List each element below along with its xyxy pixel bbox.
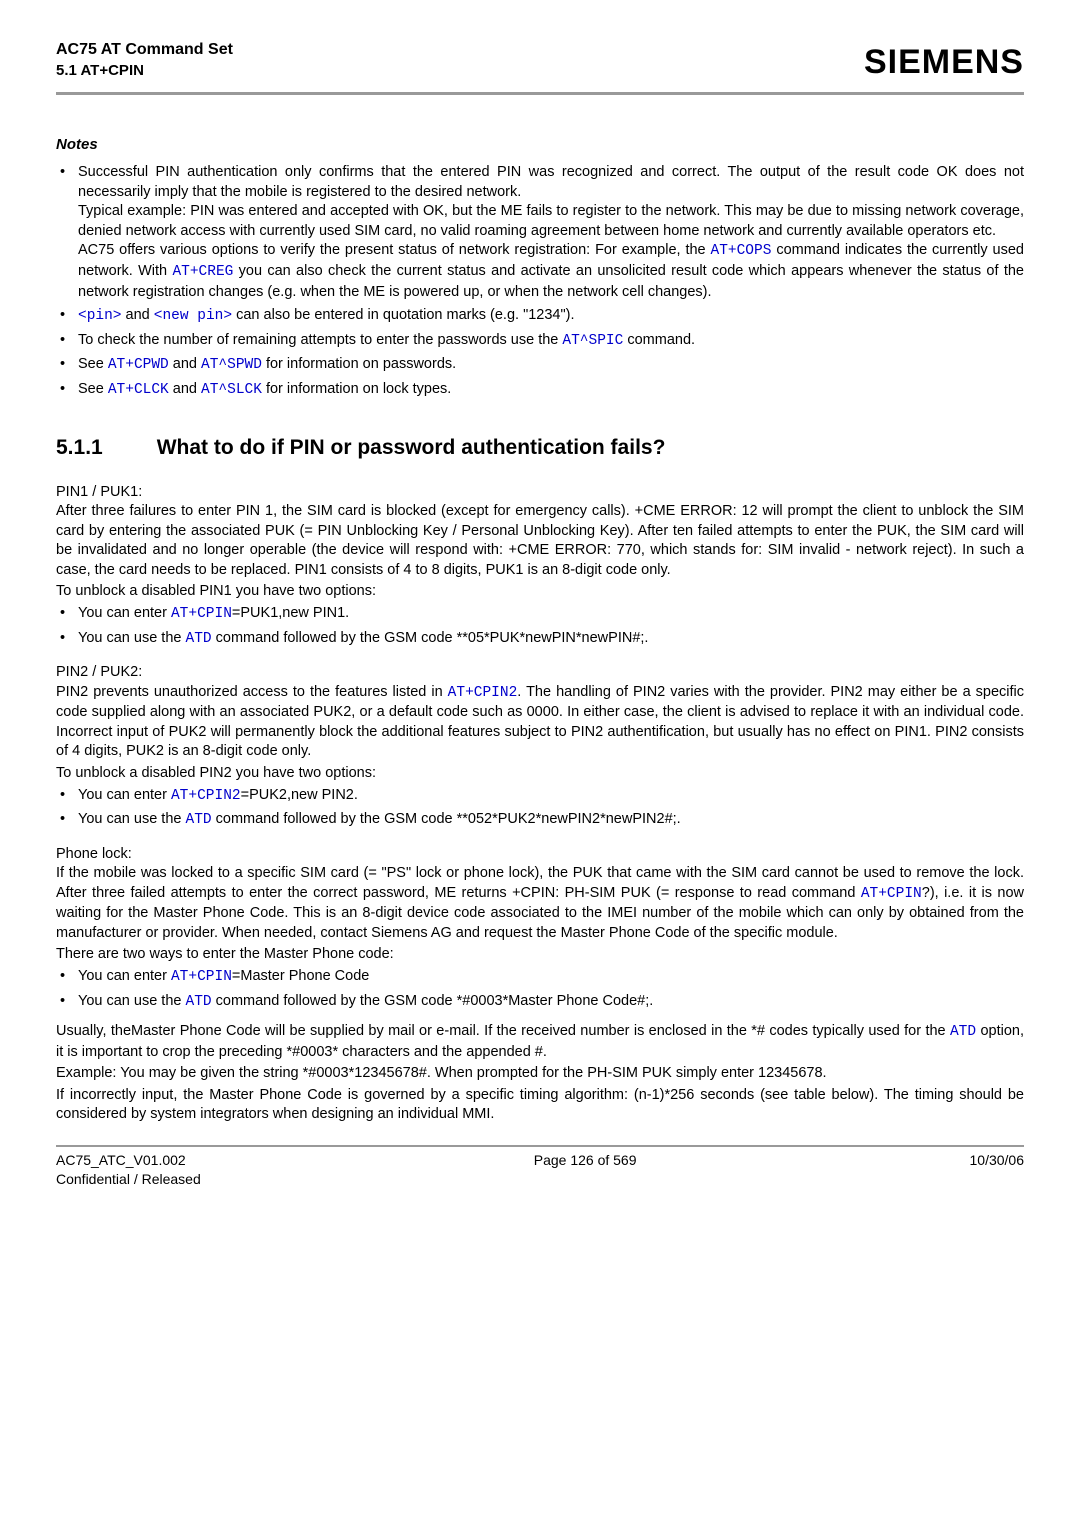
note-item: See AT+CPWD and AT^SPWD for information … (56, 355, 1024, 376)
link-atd[interactable]: ATD (186, 631, 212, 647)
opt-text: You can enter (78, 787, 171, 803)
list-item: You can enter AT+CPIN2=PUK2,new PIN2. (56, 786, 1024, 807)
footer-version: AC75_ATC_V01.002 (56, 1151, 201, 1170)
page-footer: AC75_ATC_V01.002 Confidential / Released… (56, 1147, 1024, 1189)
link-at-cpin[interactable]: AT+CPIN (861, 886, 922, 902)
link-at-creg[interactable]: AT+CREG (172, 264, 233, 280)
pin2-body: PIN2 prevents unauthorized access to the… (56, 683, 1024, 762)
link-atd[interactable]: ATD (950, 1024, 976, 1040)
note-item: See AT+CLCK and AT^SLCK for information … (56, 380, 1024, 401)
phone-body: If the mobile was locked to a specific S… (56, 864, 1024, 943)
pin1-options: You can enter AT+CPIN=PUK1,new PIN1. You… (56, 604, 1024, 649)
opt-text: You can enter (78, 968, 171, 984)
header-title-block: AC75 AT Command Set 5.1 AT+CPIN (56, 40, 233, 80)
opt-text: You can enter (78, 605, 171, 621)
opt-text: You can use the (78, 811, 186, 827)
pin2-options: You can enter AT+CPIN2=PUK2,new PIN2. Yo… (56, 786, 1024, 831)
footer-confidential: Confidential / Released (56, 1170, 201, 1189)
note-item: <pin> and <new pin> can also be entered … (56, 306, 1024, 327)
link-at-cpin[interactable]: AT+CPIN (171, 606, 232, 622)
link-at-cpin2[interactable]: AT+CPIN2 (448, 685, 518, 701)
notes-list: Successful PIN authentication only confi… (56, 163, 1024, 400)
list-item: You can enter AT+CPIN=Master Phone Code (56, 967, 1024, 988)
link-at-spic[interactable]: AT^SPIC (562, 333, 623, 349)
pin1-unblock: To unblock a disabled PIN1 you have two … (56, 582, 1024, 602)
section-heading: 5.1.1 What to do if PIN or password auth… (56, 434, 1024, 462)
section-title: What to do if PIN or password authentica… (157, 434, 666, 462)
notes-heading: Notes (56, 135, 1024, 155)
link-atd[interactable]: ATD (186, 812, 212, 828)
param-pin: <pin> (78, 308, 122, 324)
opt-text: =Master Phone Code (232, 968, 369, 984)
page-header: AC75 AT Command Set 5.1 AT+CPIN SIEMENS (56, 40, 1024, 86)
opt-text: =PUK1,new PIN1. (232, 605, 349, 621)
list-item: You can use the ATD command followed by … (56, 810, 1024, 831)
link-at-clck[interactable]: AT+CLCK (108, 382, 169, 398)
phone-incorrect: If incorrectly input, the Master Phone C… (56, 1086, 1024, 1125)
pin2-label: PIN2 / PUK2: (56, 663, 1024, 683)
pin1-label: PIN1 / PUK1: (56, 483, 1024, 503)
link-at-cpwd[interactable]: AT+CPWD (108, 357, 169, 373)
phone-usually: Usually, theMaster Phone Code will be su… (56, 1022, 1024, 1062)
doc-section: 5.1 AT+CPIN (56, 61, 233, 81)
body-text: Usually, theMaster Phone Code will be su… (56, 1023, 950, 1039)
link-at-slck[interactable]: AT^SLCK (201, 382, 262, 398)
phone-example: Example: You may be given the string *#0… (56, 1064, 1024, 1084)
list-item: You can use the ATD command followed by … (56, 992, 1024, 1013)
list-item: You can use the ATD command followed by … (56, 629, 1024, 650)
opt-text: =PUK2,new PIN2. (241, 787, 358, 803)
section-number: 5.1.1 (56, 434, 103, 462)
footer-left: AC75_ATC_V01.002 Confidential / Released (56, 1151, 201, 1189)
footer-right: 10/30/06 (970, 1151, 1025, 1189)
opt-text: You can use the (78, 630, 186, 646)
link-at-cpin[interactable]: AT+CPIN (171, 969, 232, 985)
link-atd[interactable]: ATD (186, 994, 212, 1010)
opt-text: You can use the (78, 993, 186, 1009)
opt-text: command followed by the GSM code **052*P… (212, 811, 681, 827)
phone-ways: There are two ways to enter the Master P… (56, 945, 1024, 965)
link-at-cops[interactable]: AT+COPS (711, 243, 772, 259)
footer-center: Page 126 of 569 (534, 1151, 637, 1189)
link-at-cpin2[interactable]: AT+CPIN2 (171, 788, 241, 804)
body-text: PIN2 prevents unauthorized access to the… (56, 684, 448, 700)
phone-options: You can enter AT+CPIN=Master Phone Code … (56, 967, 1024, 1012)
siemens-logo: SIEMENS (864, 40, 1024, 86)
opt-text: command followed by the GSM code **05*PU… (212, 630, 649, 646)
param-new-pin: <new pin> (154, 308, 232, 324)
pin2-unblock: To unblock a disabled PIN2 you have two … (56, 764, 1024, 784)
opt-text: command followed by the GSM code *#0003*… (212, 993, 654, 1009)
pin1-body: After three failures to enter PIN 1, the… (56, 502, 1024, 580)
list-item: You can enter AT+CPIN=PUK1,new PIN1. (56, 604, 1024, 625)
note-item: Successful PIN authentication only confi… (56, 163, 1024, 302)
note-item: To check the number of remaining attempt… (56, 331, 1024, 352)
link-at-spwd[interactable]: AT^SPWD (201, 357, 262, 373)
doc-title: AC75 AT Command Set (56, 40, 233, 61)
header-divider (56, 92, 1024, 95)
phone-label: Phone lock: (56, 845, 1024, 865)
